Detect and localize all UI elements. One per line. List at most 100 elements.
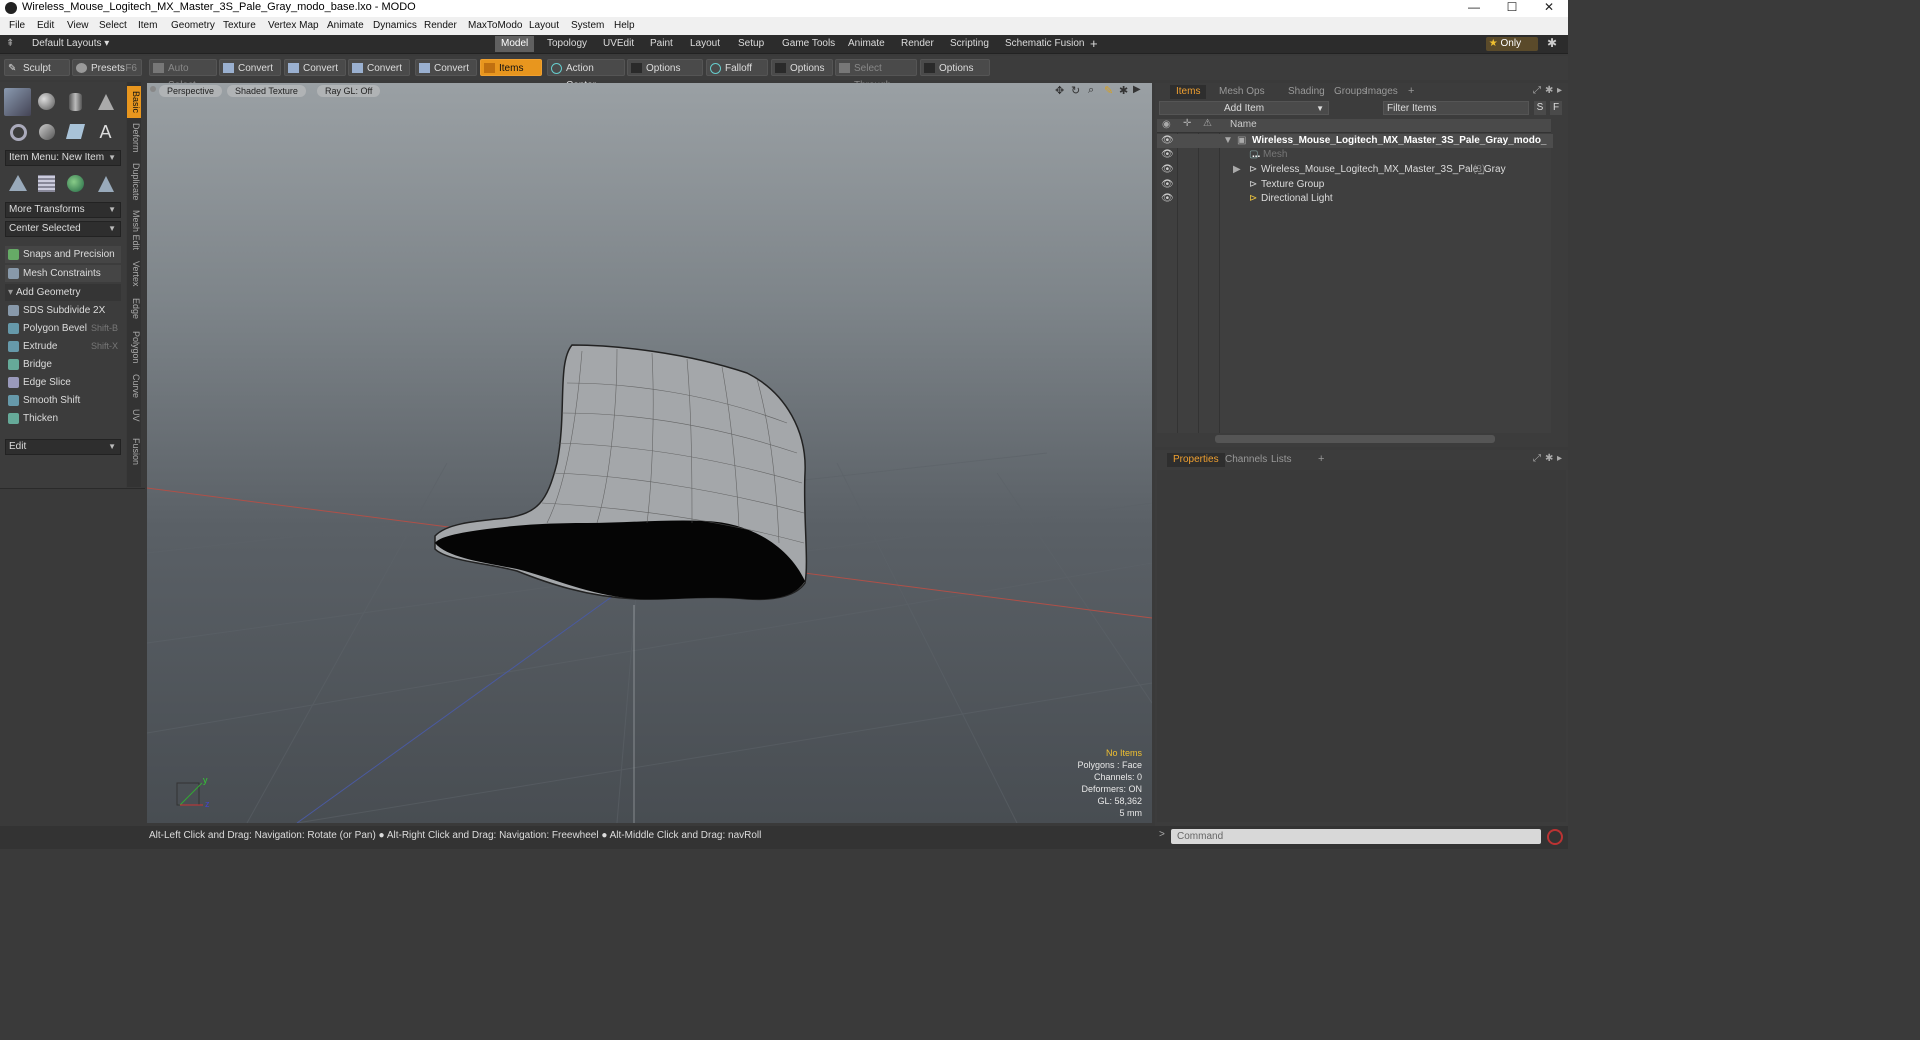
tab-shading[interactable]: Shading <box>1282 85 1331 99</box>
menu-edit[interactable]: Edit <box>37 20 54 31</box>
presets-button[interactable]: Presets F6 <box>72 59 142 76</box>
thicken-button[interactable]: Thicken <box>5 410 121 427</box>
menu-layout[interactable]: Layout <box>529 20 559 31</box>
tab-layout[interactable]: Layout <box>684 36 726 52</box>
expand-panel-icon[interactable]: ⤢ <box>1533 85 1541 96</box>
menu-item[interactable]: Item <box>138 20 157 31</box>
mesh-constraints-button[interactable]: Mesh Constraints <box>5 265 121 282</box>
vtab-deform[interactable]: Deform <box>127 120 141 156</box>
panel-menu-icon[interactable]: ▸ <box>1557 453 1562 464</box>
viewport-menu-icon[interactable] <box>150 86 156 92</box>
select-through-button[interactable]: Select Through <box>835 59 917 91</box>
close-button[interactable]: ✕ <box>1531 0 1567 17</box>
expand-arrow-icon[interactable]: ▶ <box>1233 163 1241 177</box>
visibility-eye-icon[interactable]: 👁 <box>1161 148 1174 162</box>
tab-mesh-ops[interactable]: Mesh Ops <box>1213 85 1271 99</box>
snaps-precision-button[interactable]: Snaps and Precision <box>5 246 121 263</box>
menu-select[interactable]: Select <box>99 20 127 31</box>
vtab-mesh-edit[interactable]: Mesh Edit <box>127 208 141 252</box>
horizontal-scrollbar[interactable] <box>1215 435 1495 443</box>
shading-dropdown[interactable]: Shaded Texture <box>227 85 306 97</box>
tree-row-directional-light[interactable]: 👁 ⊳ Directional Light <box>1157 192 1553 206</box>
vtab-curve[interactable]: Curve <box>127 372 141 400</box>
record-icon[interactable] <box>1547 829 1563 845</box>
sculpt-button[interactable]: ✎ Sculpt <box>4 59 70 76</box>
command-input[interactable]: Command <box>1171 829 1541 844</box>
menu-dynamics[interactable]: Dynamics <box>373 20 417 31</box>
viewport-expand-icon[interactable]: ▶ <box>1133 84 1141 95</box>
edge-slice-button[interactable]: Edge Slice <box>5 374 121 391</box>
tab-scripting[interactable]: Scripting <box>944 36 995 52</box>
layout-toggle-icon[interactable]: ⇞ <box>6 38 14 49</box>
sphere-icon[interactable] <box>33 88 60 116</box>
globe-icon[interactable] <box>62 170 89 198</box>
cone-icon[interactable] <box>92 88 119 116</box>
polygon-bevel-button[interactable]: Polygon Bevel Shift-B <box>5 320 121 337</box>
vtab-fusion[interactable]: Fusion <box>127 436 141 468</box>
add-geometry-header[interactable]: ▾ Add Geometry <box>5 284 121 301</box>
tab-model[interactable]: Model <box>495 36 535 52</box>
torus-icon[interactable] <box>4 118 31 146</box>
tree-row-mouse-group[interactable]: 👁 ▶ ⊳ Wireless_Mouse_Logitech_MX_Master_… <box>1157 163 1553 177</box>
menu-help[interactable]: Help <box>614 20 635 31</box>
text-tool-icon[interactable]: A <box>92 118 119 146</box>
tree-row-texture-group[interactable]: 👁 ⊳ Texture Group <box>1157 178 1553 192</box>
vtab-vertex[interactable]: Vertex <box>127 258 141 290</box>
tab-images[interactable]: Images <box>1359 85 1404 99</box>
zoom-icon[interactable]: ⌕ <box>1088 84 1094 97</box>
add-tab-button[interactable]: + <box>1408 85 1414 97</box>
tab-topology[interactable]: Topology <box>541 36 593 52</box>
menu-geometry[interactable]: Geometry <box>171 20 215 31</box>
cylinder-icon[interactable] <box>62 88 89 116</box>
pan-icon[interactable]: ✥ <box>1055 84 1064 97</box>
menu-render[interactable]: Render <box>424 20 457 31</box>
convert-button-3[interactable]: Convert <box>348 59 410 76</box>
convert-button-4[interactable]: Convert <box>415 59 477 76</box>
tab-setup[interactable]: Setup <box>732 36 770 52</box>
tree-row-scene[interactable]: 👁 ▼ ▣ Wireless_Mouse_Logitech_MX_Master_… <box>1157 134 1553 160</box>
paint-icon[interactable]: ✎ <box>1104 84 1113 97</box>
tab-lists[interactable]: Lists <box>1265 453 1298 467</box>
tab-schematic-fusion[interactable]: Schematic Fusion <box>999 36 1090 52</box>
3d-viewport[interactable]: y z Perspective Shaded Texture Ray GL: O… <box>147 83 1152 823</box>
falloff-button[interactable]: Falloff <box>706 59 768 76</box>
tab-items[interactable]: Items <box>1170 85 1207 99</box>
tab-render[interactable]: Render <box>895 36 940 52</box>
rotate-icon[interactable]: ↻ <box>1071 84 1080 97</box>
extrude-button[interactable]: Extrude Shift-X <box>5 338 121 355</box>
vtab-basic[interactable]: Basic <box>127 86 141 118</box>
visibility-eye-icon[interactable]: 👁 <box>1161 192 1174 206</box>
bridge-button[interactable]: Bridge <box>5 356 121 373</box>
panel-settings-icon[interactable]: ✱ <box>1545 85 1553 96</box>
filter-items-input[interactable]: Filter Items <box>1383 101 1529 115</box>
tab-game-tools[interactable]: Game Tools <box>776 36 841 52</box>
raygl-toggle[interactable]: Ray GL: Off <box>317 85 381 97</box>
center-selected-dropdown[interactable]: Center Selected ▼ <box>5 221 121 237</box>
menu-maxtomodo[interactable]: MaxToModo <box>468 20 522 31</box>
only-toggle[interactable]: ★ Only <box>1486 37 1538 51</box>
item-menu-dropdown[interactable]: Item Menu: New Item ▼ <box>5 150 121 166</box>
more-transforms-dropdown[interactable]: More Transforms ▼ <box>5 202 121 218</box>
f-button[interactable]: F <box>1550 101 1562 115</box>
menu-vertex-map[interactable]: Vertex Map <box>268 20 319 31</box>
transform-icon[interactable] <box>4 170 31 198</box>
maximize-button[interactable]: ☐ <box>1494 0 1530 17</box>
grid-icon[interactable] <box>33 170 60 198</box>
vtab-duplicate[interactable]: Duplicate <box>127 160 141 204</box>
add-layout-tab-button[interactable]: + <box>1084 36 1104 52</box>
panel-menu-icon[interactable]: ▸ <box>1557 85 1562 96</box>
add-tab-button[interactable]: + <box>1318 453 1324 465</box>
tab-properties[interactable]: Properties <box>1167 453 1225 467</box>
s-button[interactable]: S <box>1534 101 1546 115</box>
menu-system[interactable]: System <box>571 20 604 31</box>
tab-paint[interactable]: Paint <box>644 36 679 52</box>
menu-file[interactable]: File <box>9 20 25 31</box>
menu-animate[interactable]: Animate <box>327 20 364 31</box>
minimize-button[interactable]: — <box>1456 0 1492 17</box>
auto-select-button[interactable]: Auto Select <box>149 59 217 91</box>
vtab-polygon[interactable]: Polygon <box>127 328 141 366</box>
visibility-eye-icon[interactable]: 👁 <box>1161 163 1174 177</box>
gear-icon[interactable]: ✱ <box>1547 36 1557 50</box>
action-center-button[interactable]: Action Center <box>547 59 625 91</box>
vtab-edge[interactable]: Edge <box>127 296 141 322</box>
